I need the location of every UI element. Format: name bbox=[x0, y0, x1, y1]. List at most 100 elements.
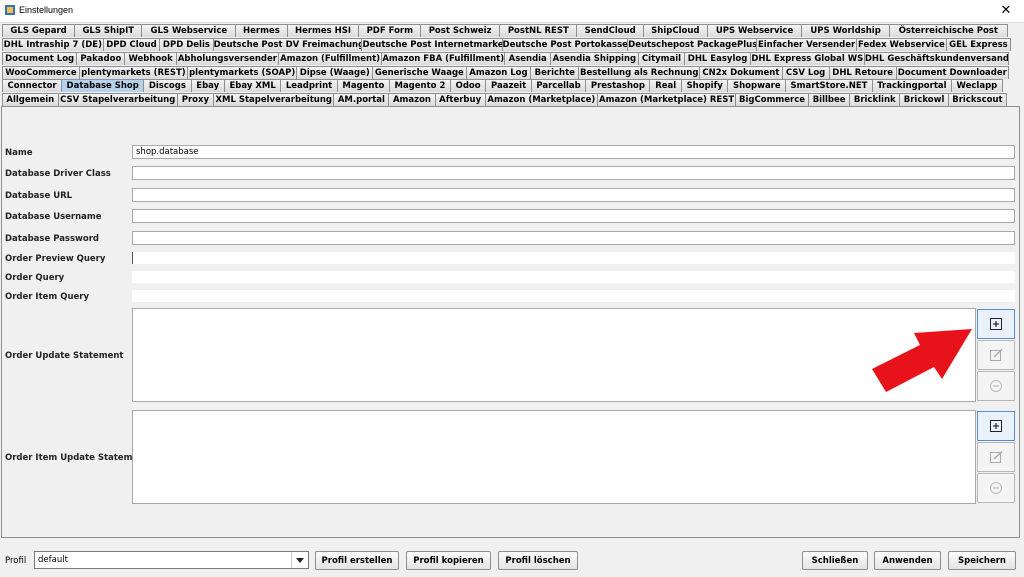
apply-button[interactable]: Anwenden bbox=[874, 551, 941, 570]
tab-bestellung-als-rechnung[interactable]: Bestellung als Rechnung bbox=[578, 66, 701, 79]
tab-csv-log[interactable]: CSV Log bbox=[781, 66, 830, 79]
tab-berichte[interactable]: Berichte bbox=[530, 66, 580, 79]
tab-dhl-express-global-ws[interactable]: DHL Express Global WS bbox=[749, 52, 865, 65]
tab-abholungsversender[interactable]: Abholungsversender bbox=[175, 52, 280, 65]
tab-pakadoo[interactable]: Pakadoo bbox=[76, 52, 126, 65]
tab-dhl-retoure[interactable]: DHL Retoure bbox=[828, 66, 897, 79]
order-update-remove-button[interactable] bbox=[977, 371, 1015, 401]
close-icon[interactable]: ✕ bbox=[988, 0, 1024, 22]
tab-database-shop[interactable]: Database Shop bbox=[61, 79, 145, 92]
order-query-input[interactable] bbox=[132, 271, 1015, 283]
tab-pdf-form[interactable]: PDF Form bbox=[358, 24, 422, 37]
tab-dhl-intraship-7-de[interactable]: DHL Intraship 7 (DE) bbox=[2, 38, 104, 51]
tab-brickscout[interactable]: Brickscout bbox=[947, 93, 1007, 106]
tab-parcellab[interactable]: Parcellab bbox=[530, 79, 587, 92]
tab-leadprint[interactable]: Leadprint bbox=[280, 79, 338, 92]
tab-dhl-easylog[interactable]: DHL Easylog bbox=[684, 52, 751, 65]
driver-class-input[interactable] bbox=[132, 166, 1015, 180]
tab-magento-2[interactable]: Magento 2 bbox=[388, 79, 451, 92]
tab-gls-gepard[interactable]: GLS Gepard bbox=[2, 24, 76, 37]
database-username-input[interactable] bbox=[132, 209, 1015, 223]
tab-document-downloader[interactable]: Document Downloader bbox=[895, 66, 1009, 79]
tab-am-portal[interactable]: AM.portal bbox=[333, 93, 390, 106]
tab-dipse-waage[interactable]: Dipse (Waage) bbox=[296, 66, 374, 79]
tab-amazon-marketplace-rest[interactable]: Amazon (Marketplace) REST bbox=[597, 93, 737, 106]
tab-document-log[interactable]: Document Log bbox=[2, 52, 78, 65]
tab-shopify[interactable]: Shopify bbox=[680, 79, 729, 92]
tab-csv-stapelverarbeitung[interactable]: CSV Stapelverarbeitung bbox=[57, 93, 178, 106]
order-update-add-button[interactable] bbox=[977, 309, 1015, 339]
tab-amazon-log[interactable]: Amazon Log bbox=[465, 66, 532, 79]
tab-dpd-cloud[interactable]: DPD Cloud bbox=[102, 38, 161, 51]
order-item-update-statement-list[interactable] bbox=[132, 410, 976, 504]
tab-ebay[interactable]: Ebay bbox=[190, 79, 225, 92]
tab-amazon-marketplace[interactable]: Amazon (Marketplace) bbox=[484, 93, 599, 106]
tab-plentymarkets-rest[interactable]: plentymarkets (REST) bbox=[78, 66, 188, 79]
tab-cn2x-dokument[interactable]: CN2x Dokument bbox=[699, 66, 783, 79]
order-item-update-add-button[interactable] bbox=[977, 411, 1015, 441]
order-preview-query-input[interactable] bbox=[132, 252, 1015, 264]
tab-amazon-fulfillment[interactable]: Amazon (Fulfillment) bbox=[278, 52, 383, 65]
profil-select[interactable]: default bbox=[34, 551, 309, 569]
profil-delete-button[interactable]: Profil löschen bbox=[498, 551, 578, 570]
tab-prestashop[interactable]: Prestashop bbox=[585, 79, 651, 92]
tab-odoo[interactable]: Odoo bbox=[449, 79, 487, 92]
tab-ups-webservice[interactable]: UPS Webservice bbox=[706, 24, 803, 37]
tab-deutsche-post-portokasse[interactable]: Deutsche Post Portokasse bbox=[501, 38, 629, 51]
tab-bigcommerce[interactable]: BigCommerce bbox=[735, 93, 809, 106]
tab-gls-webservice[interactable]: GLS Webservice bbox=[141, 24, 237, 37]
tab-trackingportal[interactable]: Trackingportal bbox=[871, 79, 952, 92]
tab-amazon[interactable]: Amazon bbox=[388, 93, 436, 106]
tab-post-schweiz[interactable]: Post Schweiz bbox=[420, 24, 501, 37]
tab-sendcloud[interactable]: SendCloud bbox=[576, 24, 645, 37]
database-url-input[interactable] bbox=[132, 188, 1015, 202]
order-item-update-remove-button[interactable] bbox=[977, 473, 1015, 503]
tab-citymail[interactable]: Citymail bbox=[637, 52, 686, 65]
tab-shipcloud[interactable]: ShipCloud bbox=[643, 24, 708, 37]
tab-österreichische-post[interactable]: Österreichische Post bbox=[888, 24, 1008, 37]
tab-dhl-geschäftskundenversand[interactable]: DHL Geschäftskundenversand bbox=[863, 52, 1009, 65]
tab-ebay-xml[interactable]: Ebay XML bbox=[223, 79, 282, 92]
tab-xml-stapelverarbeitung[interactable]: XML Stapelverarbeitung bbox=[212, 93, 335, 106]
tab-deutsche-post-dv-freimachung[interactable]: Deutsche Post DV Freimachung bbox=[212, 38, 363, 51]
tab-einfacher-versender[interactable]: Einfacher Versender bbox=[756, 38, 857, 51]
tab-webhook[interactable]: Webhook bbox=[124, 52, 177, 65]
order-update-statement-list[interactable] bbox=[132, 308, 976, 402]
tab-hermes-hsi[interactable]: Hermes HSI bbox=[286, 24, 360, 37]
order-item-query-input[interactable] bbox=[132, 290, 1015, 302]
tab-amazon-fba-fulfillment[interactable]: Amazon FBA (Fulfillment) bbox=[381, 52, 506, 65]
tab-smartstore-net[interactable]: SmartStore.NET bbox=[785, 79, 873, 92]
close-button[interactable]: Schließen bbox=[802, 551, 868, 570]
dropdown-arrow-icon[interactable] bbox=[291, 552, 308, 568]
tab-gls-shipit[interactable]: GLS ShipIT bbox=[74, 24, 143, 37]
tab-gel-express[interactable]: GEL Express bbox=[945, 38, 1011, 51]
name-input[interactable] bbox=[132, 145, 1015, 159]
tab-deutsche-post-internetmarke[interactable]: Deutsche Post Internetmarke bbox=[361, 38, 503, 51]
tab-postnl-rest[interactable]: PostNL REST bbox=[499, 24, 578, 37]
tab-real[interactable]: Real bbox=[649, 79, 682, 92]
tab-ups-worldship[interactable]: UPS Worldship bbox=[801, 24, 890, 37]
save-button[interactable]: Speichern bbox=[948, 551, 1016, 570]
profil-copy-button[interactable]: Profil kopieren bbox=[406, 551, 491, 570]
tab-allgemein[interactable]: Allgemein bbox=[2, 93, 59, 106]
tab-woocommerce[interactable]: WooCommerce bbox=[2, 66, 80, 79]
profil-create-button[interactable]: Profil erstellen bbox=[315, 551, 399, 570]
tab-weclapp[interactable]: Weclapp bbox=[950, 79, 1003, 92]
tab-shopware[interactable]: Shopware bbox=[727, 79, 787, 92]
tab-proxy[interactable]: Proxy bbox=[176, 93, 214, 106]
tab-generische-waage[interactable]: Generische Waage bbox=[372, 66, 467, 79]
tab-connector[interactable]: Connector bbox=[2, 79, 63, 92]
tab-billbee[interactable]: Billbee bbox=[807, 93, 851, 106]
tab-deutschepost-packageplus[interactable]: Deutschepost PackagePlus bbox=[627, 38, 758, 51]
tab-dpd-delis[interactable]: DPD Delis bbox=[159, 38, 214, 51]
tab-asendia-shipping[interactable]: Asendia Shipping bbox=[550, 52, 639, 65]
tab-magento[interactable]: Magento bbox=[336, 79, 390, 92]
order-update-edit-button[interactable] bbox=[977, 340, 1015, 370]
tab-brickowl[interactable]: Brickowl bbox=[899, 93, 949, 106]
tab-hermes[interactable]: Hermes bbox=[235, 24, 288, 37]
tab-plentymarkets-soap[interactable]: plentymarkets (SOAP) bbox=[186, 66, 298, 79]
tab-paazeit[interactable]: Paazeit bbox=[485, 79, 532, 92]
tab-afterbuy[interactable]: Afterbuy bbox=[434, 93, 486, 106]
tab-bricklink[interactable]: Bricklink bbox=[849, 93, 901, 106]
order-item-update-edit-button[interactable] bbox=[977, 442, 1015, 472]
